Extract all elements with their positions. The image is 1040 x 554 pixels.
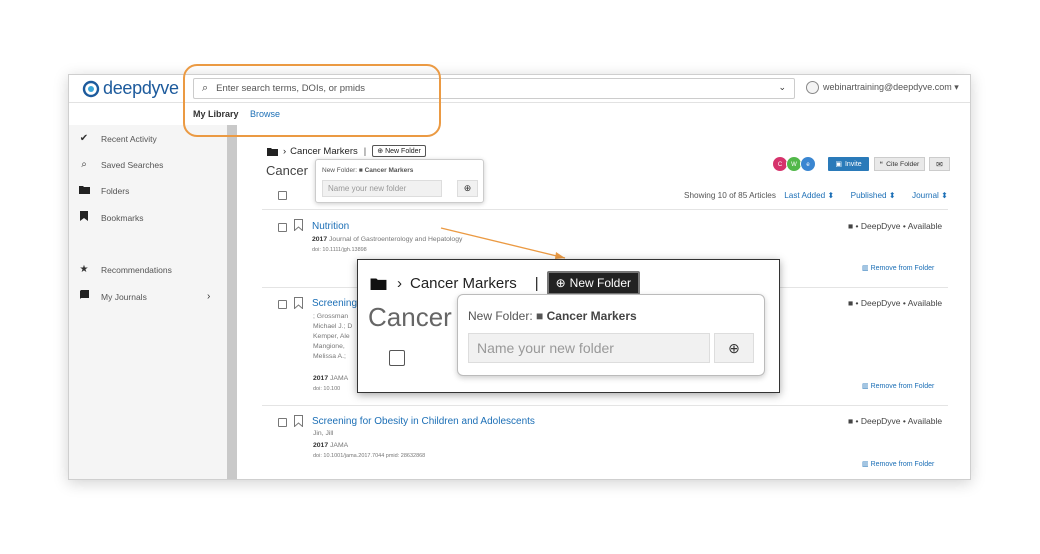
popover-folder-name: Cancer Markers <box>546 309 637 323</box>
add-folder-button[interactable]: ⊕ <box>714 333 754 363</box>
new-folder-button[interactable]: ⊕ New Folder <box>546 271 641 295</box>
zoom-breadcrumb: › Cancer Markers | ⊕ New Folder <box>370 271 641 295</box>
folder-icon <box>370 277 387 290</box>
folder-open-icon: ■ <box>536 309 544 323</box>
new-folder-label: New Folder <box>569 276 632 290</box>
breadcrumb-folder[interactable]: Cancer Markers <box>410 275 517 292</box>
select-all-checkbox[interactable] <box>389 350 405 366</box>
popover-heading: New Folder: ■ Cancer Markers <box>468 309 637 323</box>
new-folder-name-input[interactable]: Name your new folder <box>468 333 710 363</box>
zoom-inset: › Cancer Markers | ⊕ New Folder Cancer N… <box>357 259 780 393</box>
new-folder-popover: New Folder: ■ Cancer Markers Name your n… <box>457 294 765 376</box>
zoom-folder-title: Cancer <box>368 302 452 332</box>
popover-label: New Folder: <box>468 309 533 323</box>
plus-circle-icon: ⊕ <box>555 276 566 290</box>
